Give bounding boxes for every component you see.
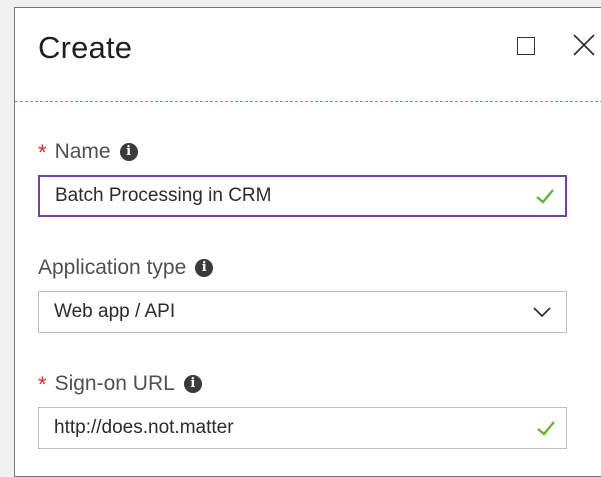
maximize-icon bbox=[517, 37, 535, 55]
required-indicator: * bbox=[38, 372, 47, 397]
info-icon[interactable]: i bbox=[119, 143, 138, 161]
required-indicator: * bbox=[38, 140, 47, 165]
check-icon bbox=[536, 189, 554, 204]
info-icon[interactable]: i bbox=[195, 259, 214, 277]
blade-title: Create bbox=[38, 30, 133, 65]
sign-on-url-input[interactable]: http://does.not.matter bbox=[38, 407, 567, 449]
check-icon bbox=[537, 421, 555, 436]
name-label: * Name i bbox=[38, 139, 138, 165]
sign-on-url-label-text: Sign-on URL bbox=[54, 372, 175, 395]
application-type-label-text: Application type bbox=[38, 256, 187, 279]
application-type-label: Application type i bbox=[38, 256, 214, 280]
application-type-selected-value: Web app / API bbox=[54, 301, 176, 322]
header-divider bbox=[15, 101, 601, 102]
name-input[interactable]: Batch Processing in CRM bbox=[38, 175, 567, 217]
create-blade: Create * Name i Batch Processing in CRM … bbox=[14, 7, 601, 477]
close-button[interactable] bbox=[571, 32, 597, 58]
sign-on-url-input-value: http://does.not.matter bbox=[54, 417, 234, 438]
chevron-down-icon bbox=[533, 307, 551, 318]
application-type-select[interactable]: Web app / API bbox=[38, 291, 567, 333]
maximize-button[interactable] bbox=[515, 35, 537, 57]
name-label-text: Name bbox=[54, 140, 111, 163]
close-icon bbox=[573, 34, 595, 56]
blade-header: Create bbox=[15, 8, 601, 104]
sign-on-url-label: * Sign-on URL i bbox=[38, 371, 202, 397]
name-input-value: Batch Processing in CRM bbox=[55, 185, 272, 206]
info-icon[interactable]: i bbox=[183, 375, 202, 393]
